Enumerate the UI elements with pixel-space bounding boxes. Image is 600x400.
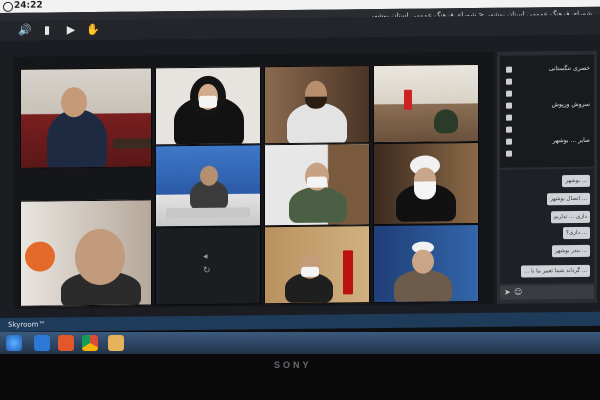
clock-icon bbox=[3, 1, 13, 12]
mic-icon bbox=[506, 114, 512, 121]
participant-row[interactable] bbox=[500, 123, 594, 136]
screen-share-icon[interactable]: ▶ bbox=[64, 23, 78, 37]
camera-icon[interactable]: ▮ bbox=[40, 23, 54, 37]
video-tile-6[interactable] bbox=[264, 143, 370, 227]
speaker-icon[interactable]: 🔊 bbox=[18, 24, 32, 38]
chat-message: ... گرداند شما تغییر ما با ... bbox=[521, 264, 590, 278]
chat-message: ... بوشهر bbox=[562, 174, 590, 188]
participant-row[interactable] bbox=[500, 147, 594, 160]
raise-hand-icon[interactable]: ✋ bbox=[86, 23, 100, 37]
video-tile-7[interactable] bbox=[373, 141, 479, 226]
internet-explorer-icon[interactable] bbox=[34, 335, 50, 351]
chat-panel: ... بوشهر ... اتصال بوشهر داری ... تداری… bbox=[500, 168, 594, 284]
video-tile-9-no-video[interactable]: ◂ ↻ bbox=[155, 226, 261, 306]
os-taskbar bbox=[0, 332, 600, 354]
emoji-icon[interactable]: ☺ bbox=[514, 288, 522, 297]
video-tile-10[interactable] bbox=[264, 225, 370, 305]
mic-icon bbox=[506, 102, 512, 109]
participant-row[interactable]: صابر ... بوشهر bbox=[500, 135, 594, 148]
participant-row[interactable]: خضری تنگستانی bbox=[500, 63, 594, 76]
folder-icon[interactable] bbox=[108, 335, 124, 351]
video-tile-3[interactable] bbox=[264, 65, 370, 145]
clock-time: 24:22 bbox=[14, 0, 43, 11]
mic-icon bbox=[506, 150, 512, 157]
chat-message: ... داری؟ bbox=[563, 226, 590, 240]
send-icon[interactable]: ➤ bbox=[504, 288, 511, 297]
chat-message: ... اتصال بوشهر bbox=[547, 192, 590, 206]
video-tile-2[interactable] bbox=[155, 66, 261, 146]
video-grid: ◂ ↻ bbox=[14, 51, 494, 309]
mic-icon bbox=[506, 66, 512, 73]
participant-row[interactable] bbox=[500, 87, 594, 100]
monitor-bezel: SONY bbox=[0, 354, 600, 400]
chrome-icon[interactable] bbox=[82, 335, 98, 351]
participant-list: خضری تنگستانی سروش ورپوش صابر ... بوشهر bbox=[500, 54, 594, 168]
participant-row[interactable]: سروش ورپوش bbox=[500, 99, 594, 112]
participant-row[interactable] bbox=[500, 75, 594, 88]
video-tile-8[interactable] bbox=[20, 199, 152, 307]
chat-message: ... بندر بوشهر bbox=[551, 244, 590, 258]
participant-row[interactable] bbox=[500, 111, 594, 124]
right-sidebar: خضری تنگستانی سروش ورپوش صابر ... بوشهر … bbox=[497, 50, 597, 304]
reload-icon: ↻ bbox=[203, 265, 211, 276]
audio-only-icon: ◂ bbox=[203, 251, 208, 262]
mic-icon bbox=[506, 138, 512, 145]
video-tile-5[interactable] bbox=[155, 144, 261, 228]
chat-input[interactable]: ➤ ☺ bbox=[500, 284, 594, 300]
video-tile-11[interactable] bbox=[373, 223, 479, 304]
participant-name: سروش ورپوش bbox=[551, 100, 590, 109]
status-bar: Skyroom™ bbox=[0, 311, 600, 332]
mic-icon bbox=[506, 126, 512, 133]
app-brand: Skyroom™ bbox=[8, 320, 46, 329]
mic-icon bbox=[506, 78, 512, 85]
video-tile-4[interactable] bbox=[373, 63, 479, 144]
mic-icon bbox=[506, 90, 512, 97]
participant-name: خضری تنگستانی bbox=[548, 64, 590, 73]
chat-message: داری ... تداریم bbox=[550, 210, 590, 224]
participant-name: صابر ... بوشهر bbox=[552, 136, 590, 145]
monitor-logo: SONY bbox=[274, 360, 312, 370]
start-button-icon[interactable] bbox=[6, 335, 22, 351]
firefox-icon[interactable] bbox=[58, 335, 74, 351]
video-tile-1[interactable] bbox=[20, 67, 152, 169]
monitor-screen: 24:22 شورای فرهنگ عمومی استان بوشهر < شو… bbox=[0, 0, 600, 333]
